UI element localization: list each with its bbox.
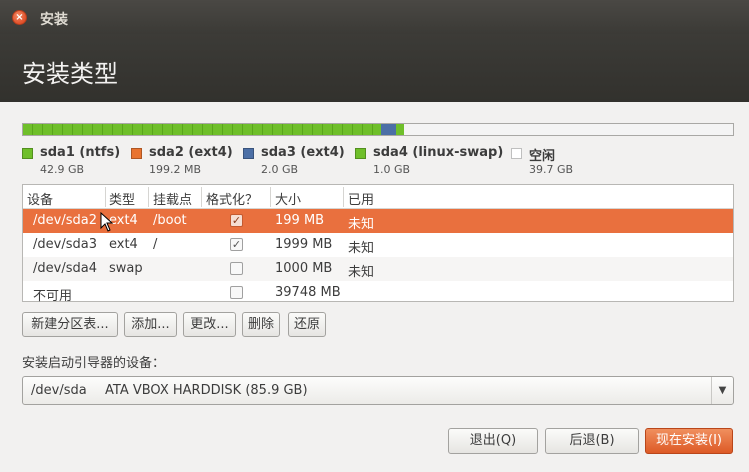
install-now-button[interactable]: 现在安装(I)	[645, 428, 733, 454]
legend-name: sda4 (linux-swap)	[373, 145, 504, 160]
legend-swatch	[355, 148, 366, 159]
cell-device: /dev/sda4	[33, 261, 97, 276]
bootloader-device-description: ATA VBOX HARDDISK (85.9 GB)	[105, 383, 308, 398]
table-row[interactable]: /dev/sda3 ext4 / ✓ 1999 MB 未知	[23, 233, 733, 257]
partition-bar-sda4	[396, 124, 404, 135]
legend-size: 42.9 GB	[40, 163, 85, 176]
column-header-size[interactable]: 大小	[275, 189, 301, 208]
legend-name: sda3 (ext4)	[261, 145, 345, 160]
partition-bar-free	[404, 124, 733, 135]
cell-size: 1000 MB	[275, 261, 333, 276]
legend-size: 1.0 GB	[373, 163, 411, 176]
column-header-device[interactable]: 设备	[27, 189, 53, 208]
legend-swatch	[22, 148, 33, 159]
cell-used: 未知	[348, 241, 375, 256]
cell-type: swap	[109, 261, 143, 276]
cell-size: 39748 MB	[275, 285, 341, 300]
bootloader-device: /dev/sda	[31, 383, 87, 398]
cell-size: 199 MB	[275, 213, 325, 228]
title-bar: × 安装	[0, 0, 749, 34]
delete-partition-button[interactable]: 删除	[242, 312, 280, 337]
add-partition-button[interactable]: 添加...	[124, 312, 177, 337]
legend-name: sda2 (ext4)	[149, 145, 233, 160]
quit-button[interactable]: 退出(Q)	[448, 428, 538, 454]
legend-size: 199.2 MB	[149, 163, 202, 176]
column-header-mount[interactable]: 挂载点	[153, 189, 192, 208]
legend-name: 空闲	[529, 149, 556, 164]
back-button[interactable]: 后退(B)	[545, 428, 639, 454]
legend-name: sda1 (ntfs)	[40, 145, 121, 160]
cell-mount: /	[153, 237, 158, 252]
cell-device: /dev/sda3	[33, 237, 97, 252]
table-row[interactable]: 不可用 39748 MB	[23, 281, 733, 305]
legend-swatch	[131, 148, 142, 159]
partition-bar	[22, 123, 734, 136]
chevron-down-icon[interactable]: ▼	[711, 377, 733, 404]
cell-used: 未知	[348, 265, 375, 280]
table-header: 设备 类型 挂载点 格式化？ 大小 已用	[23, 185, 733, 209]
format-checkbox[interactable]	[230, 262, 243, 275]
new-partition-table-button[interactable]: 新建分区表...	[22, 312, 118, 337]
table-row[interactable]: /dev/sda2 ext4 /boot ✓ 199 MB 未知	[23, 209, 733, 233]
column-header-used[interactable]: 已用	[348, 189, 374, 208]
column-header-format[interactable]: 格式化？	[206, 189, 258, 208]
cell-device: /dev/sda2	[33, 213, 97, 228]
format-checkbox[interactable]: ✓	[230, 214, 243, 227]
cell-type: ext4	[109, 237, 138, 252]
header: 安装类型	[0, 34, 749, 102]
cell-device: 不可用	[33, 289, 73, 304]
cell-mount: /boot	[153, 213, 187, 228]
partition-legend: sda1 (ntfs) 42.9 GB sda2 (ext4) 199.2 MB…	[22, 145, 734, 179]
bootloader-device-select[interactable]: /dev/sda ATA VBOX HARDDISK (85.9 GB) ▼	[22, 376, 734, 405]
window-title: 安装	[40, 12, 68, 28]
legend-size: 2.0 GB	[261, 163, 299, 176]
partition-bar-sda3	[381, 124, 396, 135]
legend-swatch	[243, 148, 254, 159]
mouse-cursor-icon	[100, 212, 114, 232]
format-checkbox[interactable]	[230, 286, 243, 299]
format-checkbox[interactable]: ✓	[230, 238, 243, 251]
change-partition-button[interactable]: 更改...	[183, 312, 236, 337]
legend-swatch	[511, 148, 522, 159]
partition-table: 设备 类型 挂载点 格式化？ 大小 已用 /dev/sda2 ext4 /boo…	[22, 184, 734, 305]
page-title: 安装类型	[22, 60, 118, 88]
table-row[interactable]: /dev/sda4 swap 1000 MB 未知	[23, 257, 733, 281]
revert-button[interactable]: 还原	[288, 312, 326, 337]
legend-size: 39.7 GB	[529, 163, 574, 176]
cell-size: 1999 MB	[275, 237, 333, 252]
column-header-type[interactable]: 类型	[109, 189, 135, 208]
close-icon[interactable]: ×	[12, 10, 27, 25]
cell-used: 未知	[348, 217, 375, 232]
bootloader-label: 安装启动引导器的设备：	[22, 356, 166, 371]
partition-bar-sda1	[23, 124, 381, 135]
